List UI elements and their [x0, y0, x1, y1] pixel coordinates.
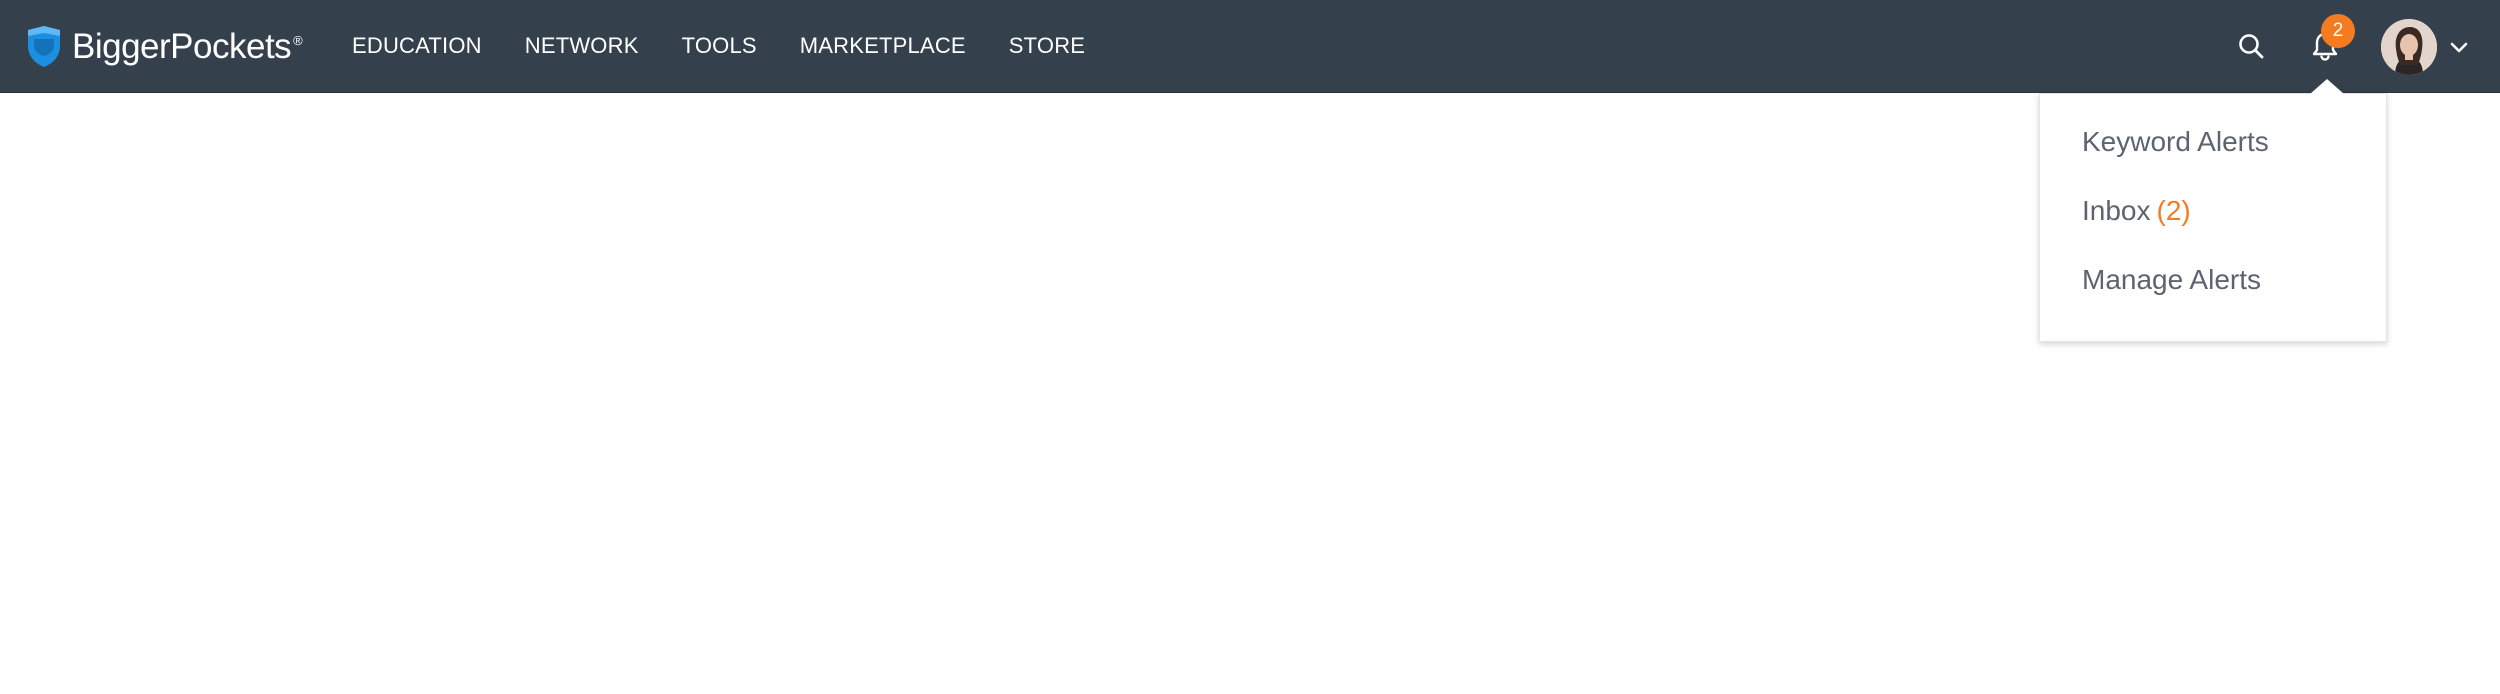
- pocket-shield-icon: [28, 26, 60, 67]
- nav-item-tools[interactable]: TOOLS: [682, 33, 757, 59]
- menu-item-label: Manage Alerts: [2082, 264, 2261, 295]
- search-button[interactable]: [2229, 24, 2273, 68]
- menu-item-keyword-alerts[interactable]: Keyword Alerts: [2082, 126, 2269, 158]
- registered-mark: ®: [293, 32, 303, 48]
- user-avatar[interactable]: [2381, 19, 2437, 75]
- alerts-dropdown-menu: Keyword Alerts Inbox (2) Manage Alerts: [2039, 93, 2387, 342]
- notification-count-badge: 2: [2321, 14, 2355, 48]
- avatar-image: [2381, 19, 2437, 75]
- menu-item-inbox[interactable]: Inbox (2): [2082, 195, 2191, 227]
- chevron-down-icon[interactable]: [2448, 36, 2470, 58]
- menu-item-manage-alerts[interactable]: Manage Alerts: [2082, 264, 2261, 296]
- brand-name: BiggerPockets: [72, 26, 292, 66]
- nav-item-network[interactable]: NETWORK: [525, 33, 639, 59]
- menu-item-label: Keyword Alerts: [2082, 126, 2269, 157]
- nav-item-marketplace[interactable]: MARKETPLACE: [800, 33, 966, 59]
- top-navigation-bar: BiggerPockets ® EDUCATION NETWORK TOOLS …: [0, 0, 2500, 93]
- search-icon: [2239, 34, 2264, 59]
- brand-logo[interactable]: BiggerPockets ®: [26, 20, 303, 72]
- inbox-count: (2): [2156, 195, 2191, 226]
- nav-item-store[interactable]: STORE: [1009, 33, 1085, 59]
- nav-item-education[interactable]: EDUCATION: [352, 33, 482, 59]
- main-nav: EDUCATION NETWORK TOOLS MARKETPLACE STOR…: [352, 0, 1128, 92]
- dropdown-pointer: [2310, 79, 2344, 94]
- menu-item-label: Inbox: [2082, 195, 2151, 226]
